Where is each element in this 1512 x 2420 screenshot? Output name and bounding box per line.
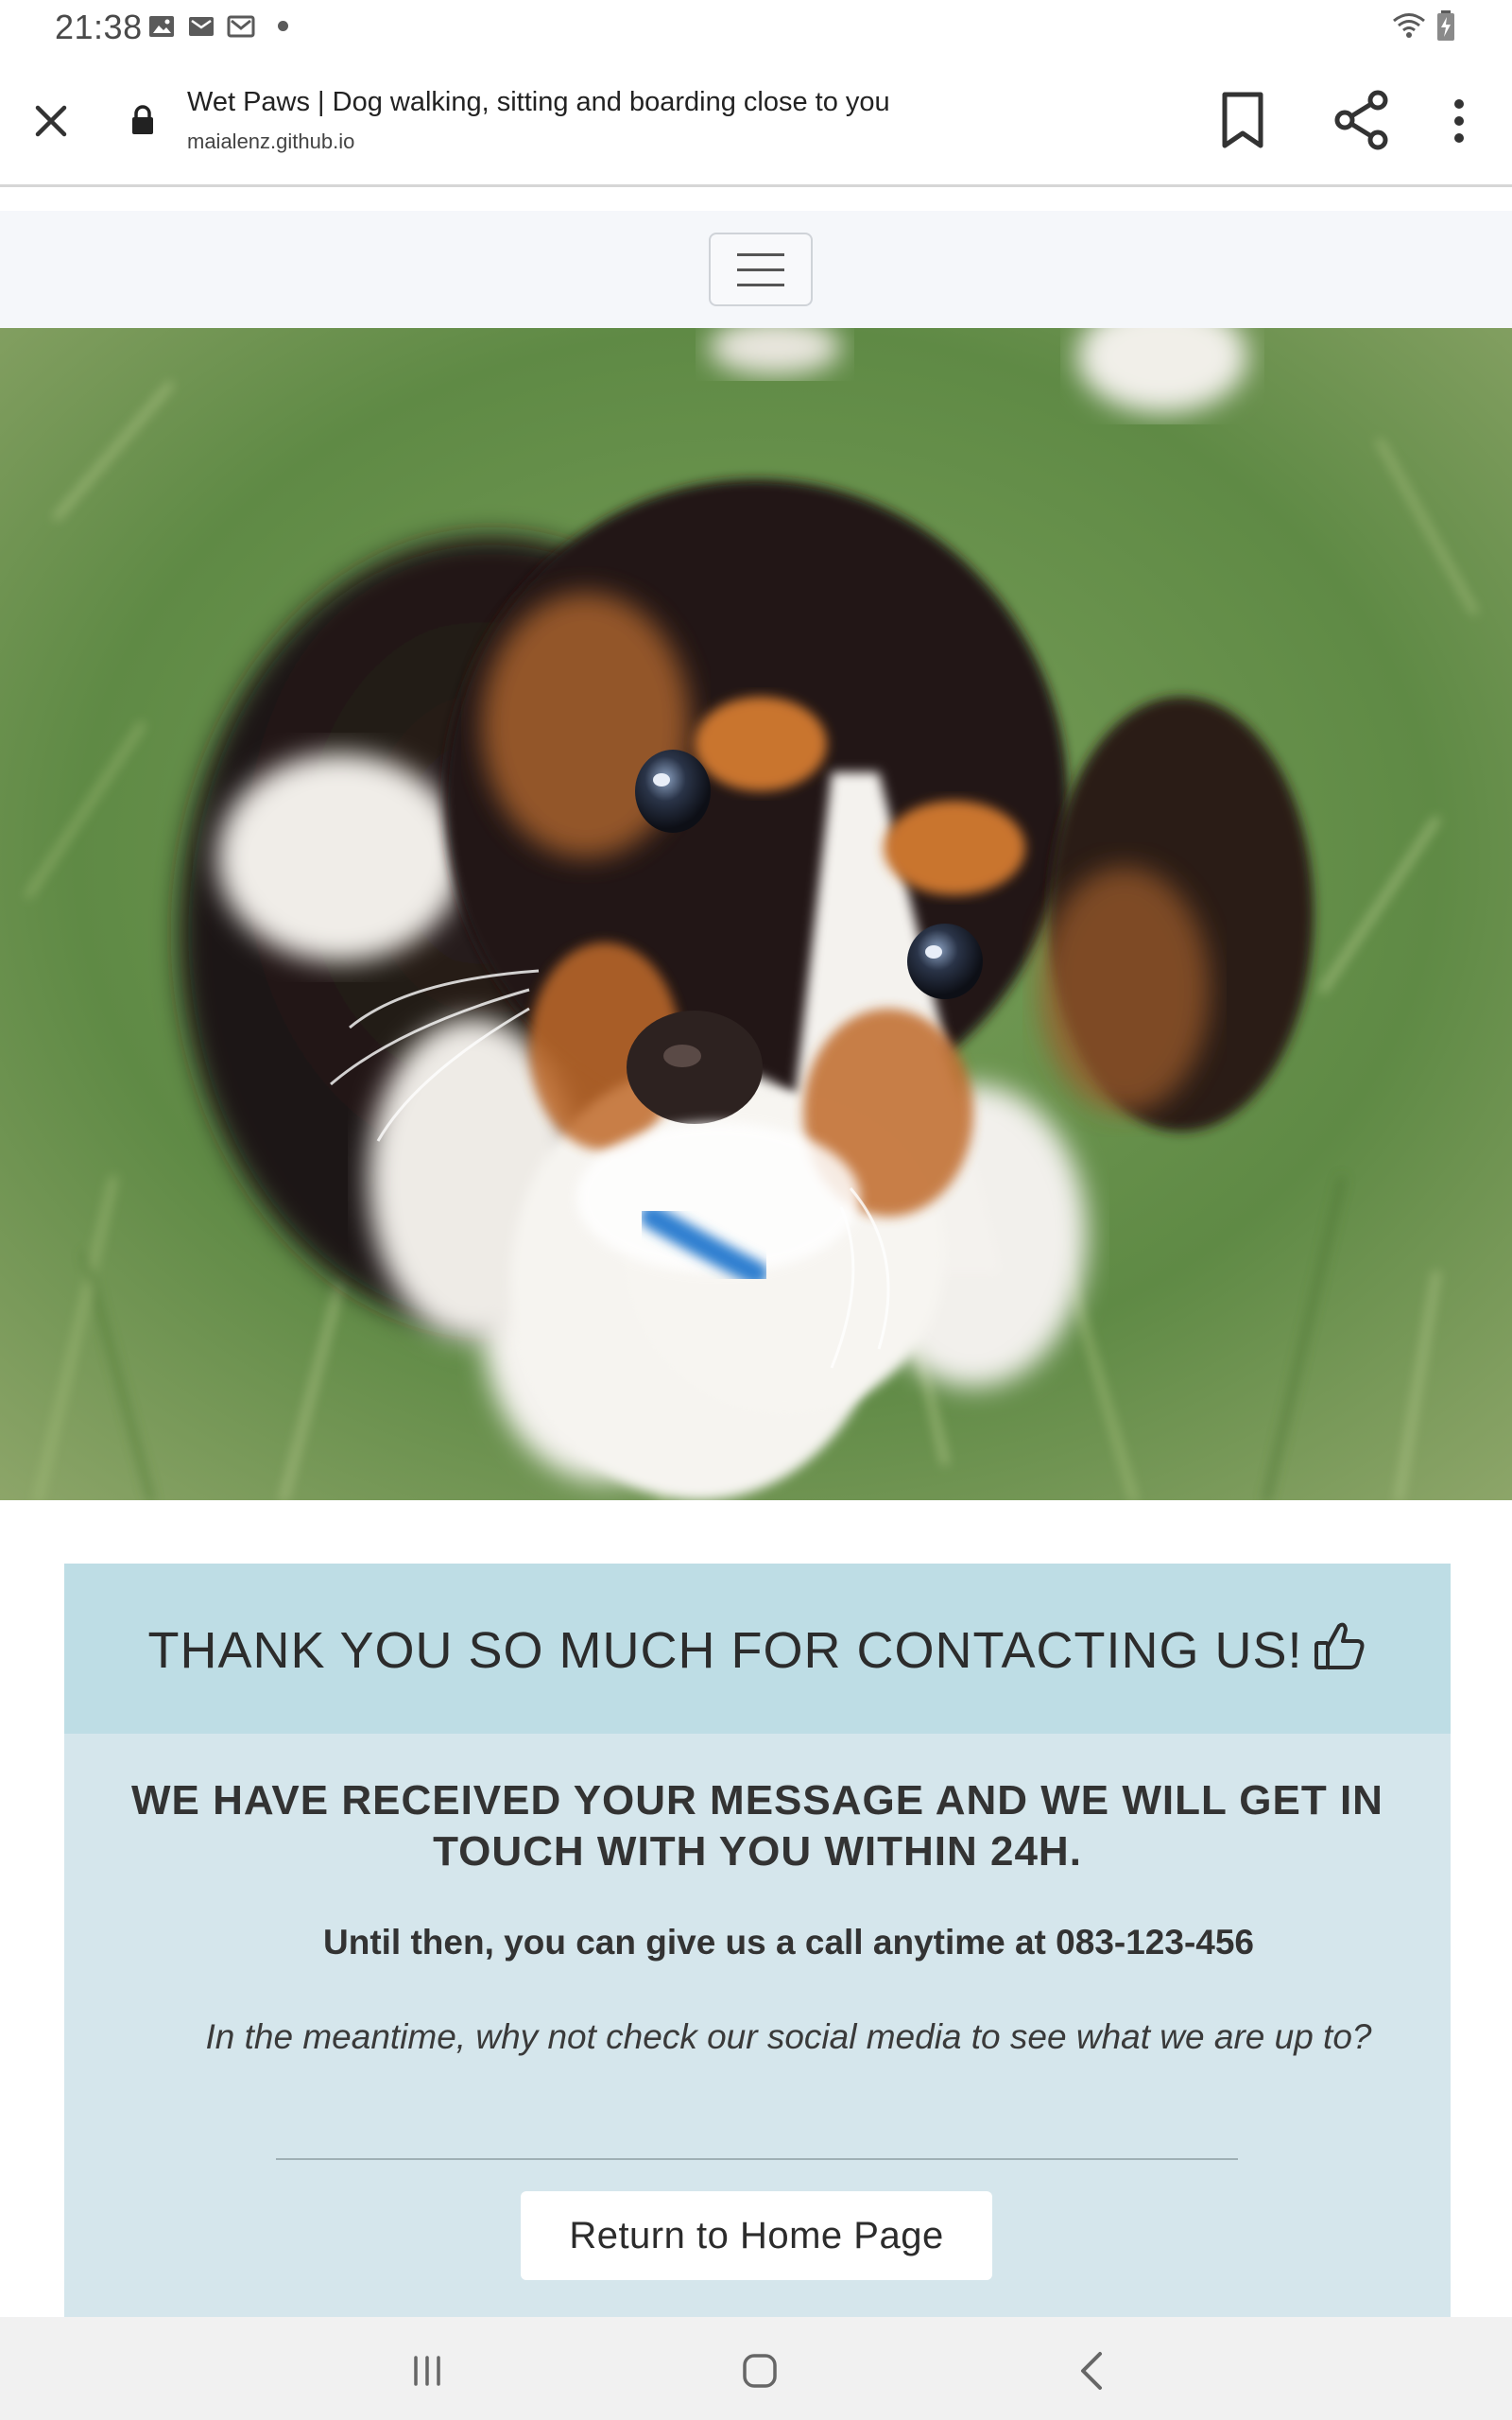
social-text: In the meantime, why not check our socia… — [205, 2017, 1372, 2056]
gallery-icon — [149, 16, 174, 37]
page-title: Wet Paws | Dog walking, sitting and boar… — [187, 87, 890, 117]
thumbs-up-icon — [1314, 1622, 1365, 1669]
share-icon[interactable] — [1332, 89, 1391, 151]
wifi-icon — [1393, 13, 1425, 38]
received-heading: WE HAVE RECEIVED YOUR MESSAGE AND WE WIL… — [131, 1777, 1383, 1875]
bookmark-icon[interactable] — [1219, 91, 1266, 149]
navbar-toggle-button[interactable] — [709, 233, 813, 306]
battery-charging-icon — [1437, 10, 1454, 41]
page-url: maialenz.github.io — [187, 130, 355, 153]
browser-toolbar — [0, 55, 1512, 187]
notification-dot — [278, 21, 288, 31]
back-icon[interactable] — [1077, 2350, 1106, 2392]
status-time: 21:38 — [55, 8, 143, 46]
return-home-button[interactable]: Return to Home Page — [521, 2191, 992, 2280]
close-icon[interactable] — [32, 102, 70, 140]
divider — [276, 2158, 1238, 2160]
puppy-in-grass-photo — [0, 328, 1512, 1500]
thanks-heading-text: THANK YOU SO MUCH FOR CONTACTING US! — [147, 1622, 1303, 1679]
hamburger-icon — [737, 253, 784, 256]
home-icon[interactable] — [741, 2352, 779, 2390]
more-vert-icon[interactable] — [1446, 95, 1472, 147]
call-text: Until then, you can give us a call anyti… — [323, 1923, 1254, 1962]
hero-image — [0, 328, 1512, 1500]
gmail-icon — [227, 15, 255, 38]
thanks-heading: THANK YOU SO MUCH FOR CONTACTING US! — [64, 1618, 1451, 1680]
email-icon — [189, 17, 214, 36]
recents-icon[interactable] — [408, 2352, 446, 2390]
lock-icon — [132, 105, 153, 134]
